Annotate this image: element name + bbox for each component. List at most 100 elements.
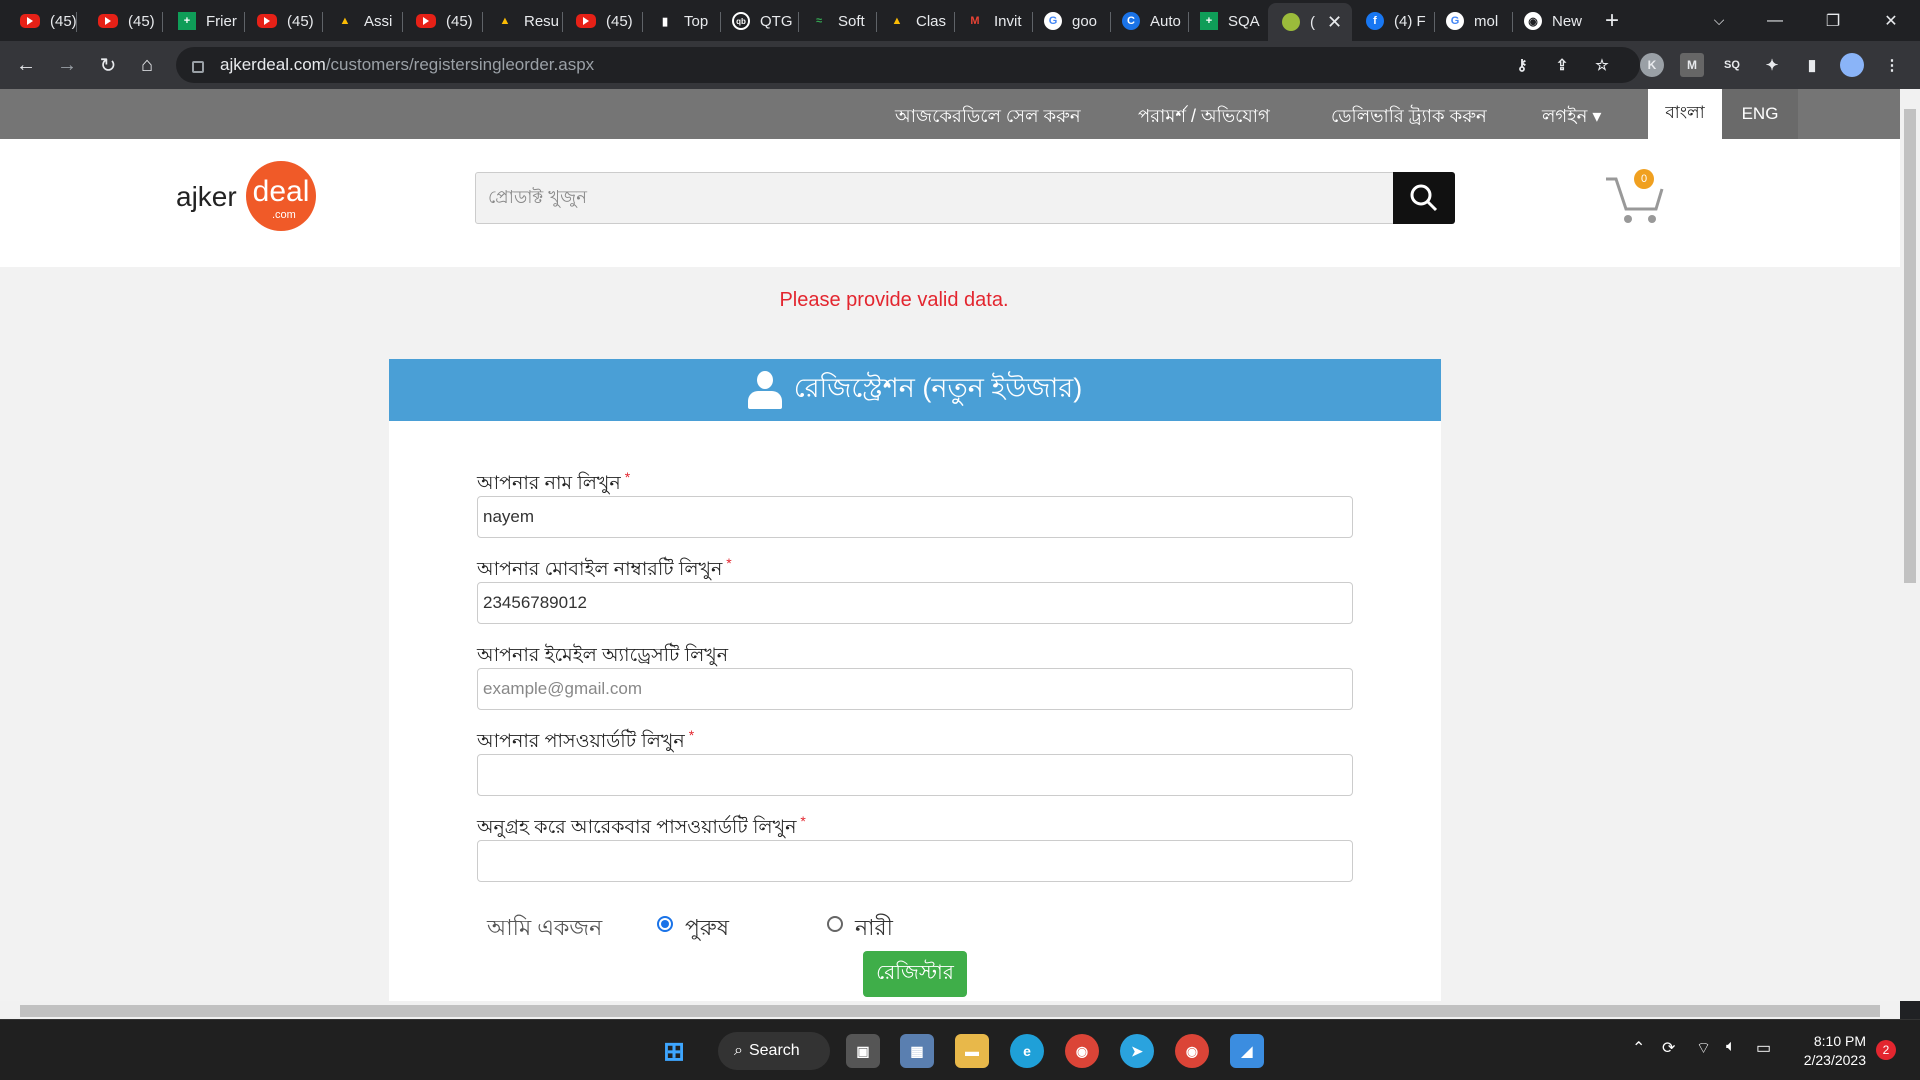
task-view-icon[interactable]: ▣ — [846, 1034, 880, 1068]
tab-label: goo — [1072, 12, 1098, 30]
name-input[interactable]: nayem — [477, 496, 1353, 538]
tab[interactable]: ▮ Top — [642, 5, 720, 37]
product-search-input[interactable]: প্রোডাক্ট খুজুন — [475, 172, 1395, 224]
profile-avatar-icon[interactable] — [1840, 53, 1864, 77]
tab[interactable]: f (4) F — [1352, 5, 1434, 37]
tab[interactable]: C Auto — [1108, 5, 1188, 37]
gender-male-label[interactable]: পুরুষ — [685, 911, 729, 948]
tab[interactable]: (45) — [243, 5, 323, 37]
edge-icon[interactable]: e — [1010, 1034, 1044, 1068]
new-tab-button[interactable]: + — [1596, 5, 1628, 37]
mobile-input[interactable]: 23456789012 — [477, 582, 1353, 624]
gender-label: আমি একজন — [487, 915, 603, 940]
tab[interactable]: Ggoo — [1030, 5, 1110, 37]
app-icon[interactable]: ◢ — [1230, 1034, 1264, 1068]
required-marker: * — [800, 813, 806, 829]
youtube-icon — [257, 14, 277, 28]
tab[interactable]: Gmol — [1432, 5, 1512, 37]
tab[interactable]: (45) — [84, 5, 154, 37]
photos-icon[interactable]: ▦ — [900, 1034, 934, 1068]
restore-button[interactable]: ❐ — [1804, 0, 1862, 41]
system-clock[interactable]: 8:10 PM 2/23/2023 — [1790, 1032, 1866, 1070]
password-input[interactable] — [477, 754, 1353, 796]
url-host: ajkerdeal.com — [220, 55, 326, 74]
tab-label: (45) — [446, 12, 473, 30]
gender-male-radio[interactable] — [657, 916, 673, 932]
nav-feedback[interactable]: পরামর্শ / অভিযোগ — [1138, 102, 1270, 133]
tab[interactable]: M Invit — [952, 5, 1032, 37]
tab[interactable]: + Frier — [164, 5, 242, 37]
bookmark-star-icon[interactable]: ☆ — [1590, 53, 1614, 77]
forward-button[interactable]: → — [51, 49, 83, 81]
register-button[interactable]: রেজিস্টার — [863, 951, 967, 997]
chrome-taskbar-icon[interactable]: ◉ — [1065, 1034, 1099, 1068]
tab-label: ( — [1310, 13, 1315, 31]
tab[interactable]: ▲ Assi — [322, 5, 402, 37]
tab[interactable]: (45) — [402, 5, 482, 37]
vertical-scrollbar-thumb[interactable] — [1904, 109, 1916, 583]
tab[interactable]: qb QTG — [718, 5, 798, 37]
chrome-profile-icon[interactable]: ◉ — [1175, 1034, 1209, 1068]
windows-start-icon[interactable]: ⊞ — [657, 1034, 691, 1068]
notification-badge[interactable]: 2 — [1876, 1040, 1896, 1060]
taskbar-search-button[interactable]: ⌕ Search — [718, 1032, 830, 1070]
tab[interactable]: ▲ Resu — [482, 5, 562, 37]
tab[interactable]: + SQA — [1186, 5, 1266, 37]
minimize-button[interactable]: — — [1746, 0, 1804, 41]
confirm-password-label-text: অনুগ্রহ করে আরেকবার পাসওয়ার্ডটি লিখুন — [477, 817, 797, 838]
extensions-puzzle-icon[interactable]: ✦ — [1760, 53, 1784, 77]
menu-kebab-icon[interactable]: ⋮ — [1880, 53, 1904, 77]
battery-icon[interactable]: ▭ — [1756, 1038, 1771, 1058]
tray-overflow-chevron-icon[interactable]: ⌃ — [1632, 1038, 1645, 1058]
horizontal-scrollbar[interactable] — [0, 1001, 1900, 1019]
sync-icon[interactable]: ⟳ — [1662, 1038, 1675, 1058]
side-panel-icon[interactable]: ▮ — [1800, 53, 1824, 77]
lang-english-button[interactable]: ENG — [1722, 89, 1798, 139]
search-button[interactable] — [1393, 172, 1455, 224]
required-marker: * — [688, 727, 695, 743]
tab-active[interactable]: (✕ — [1268, 3, 1352, 41]
volume-icon[interactable]: 🔈︎ — [1726, 1038, 1736, 1056]
tab[interactable]: (45) — [562, 5, 642, 37]
home-button[interactable]: ⌂ — [131, 49, 163, 81]
share-icon[interactable]: ⇪ — [1550, 53, 1574, 77]
tab[interactable]: ▲ Clas — [874, 5, 954, 37]
youtube-icon — [416, 14, 436, 28]
tab[interactable]: (45) — [6, 5, 76, 37]
vertical-scrollbar[interactable] — [1900, 89, 1920, 1001]
email-input[interactable]: example@gmail.com — [477, 668, 1353, 710]
gender-female-label[interactable]: নারী — [855, 911, 893, 948]
taskbar-search-label: Search — [748, 1042, 800, 1059]
google-icon: G — [1446, 12, 1464, 30]
telegram-icon[interactable]: ➤ — [1120, 1034, 1154, 1068]
url-path: /customers/registersingleorder.aspx — [325, 55, 595, 74]
tab-label: (45) — [128, 12, 154, 30]
extension-m-icon[interactable]: M — [1680, 53, 1704, 77]
file-explorer-icon[interactable]: ▬ — [955, 1034, 989, 1068]
nav-login[interactable]: লগইন ▾ — [1542, 102, 1601, 133]
tab-label: New — [1552, 12, 1583, 30]
extension-k-icon[interactable]: K — [1640, 53, 1664, 77]
confirm-password-input[interactable] — [477, 840, 1353, 882]
tab[interactable]: ≈ Soft — [796, 5, 876, 37]
ajkerdeal-logo[interactable]: ajker deal .com — [176, 161, 316, 233]
url-bar[interactable]: ajkerdeal.com/customers/registersingleor… — [176, 47, 1640, 83]
wifi-icon[interactable]: ⌔ — [1696, 1038, 1711, 1058]
close-icon[interactable]: ✕ — [1327, 12, 1342, 33]
close-window-button[interactable]: ✕ — [1862, 0, 1920, 41]
gender-female-radio[interactable] — [827, 916, 843, 932]
extension-sq-icon[interactable]: SQ — [1720, 53, 1744, 77]
tab-search-chevron-icon[interactable]: ⌵ — [1690, 0, 1748, 41]
tab-label: Clas — [916, 12, 947, 30]
form-title: রেজিস্ট্রেশন (নতুন ইউজার) — [793, 372, 1083, 403]
key-icon[interactable]: ⚷ — [1510, 53, 1534, 77]
tab[interactable]: ◉ New — [1510, 5, 1590, 37]
lang-bangla-button[interactable]: বাংলা — [1648, 89, 1722, 139]
reload-button[interactable]: ↻ — [92, 49, 124, 81]
nav-track-delivery[interactable]: ডেলিভারি ট্র্যাক করুন — [1331, 102, 1487, 133]
google-drive-icon: ▲ — [499, 15, 511, 27]
nav-sell-on-ajkerdeal[interactable]: আজকেরডিলে সেল করুন — [895, 102, 1081, 133]
horizontal-scrollbar-thumb[interactable] — [20, 1005, 1880, 1017]
cart-button[interactable]: 0 — [1604, 169, 1668, 229]
back-button[interactable]: ← — [10, 49, 42, 81]
